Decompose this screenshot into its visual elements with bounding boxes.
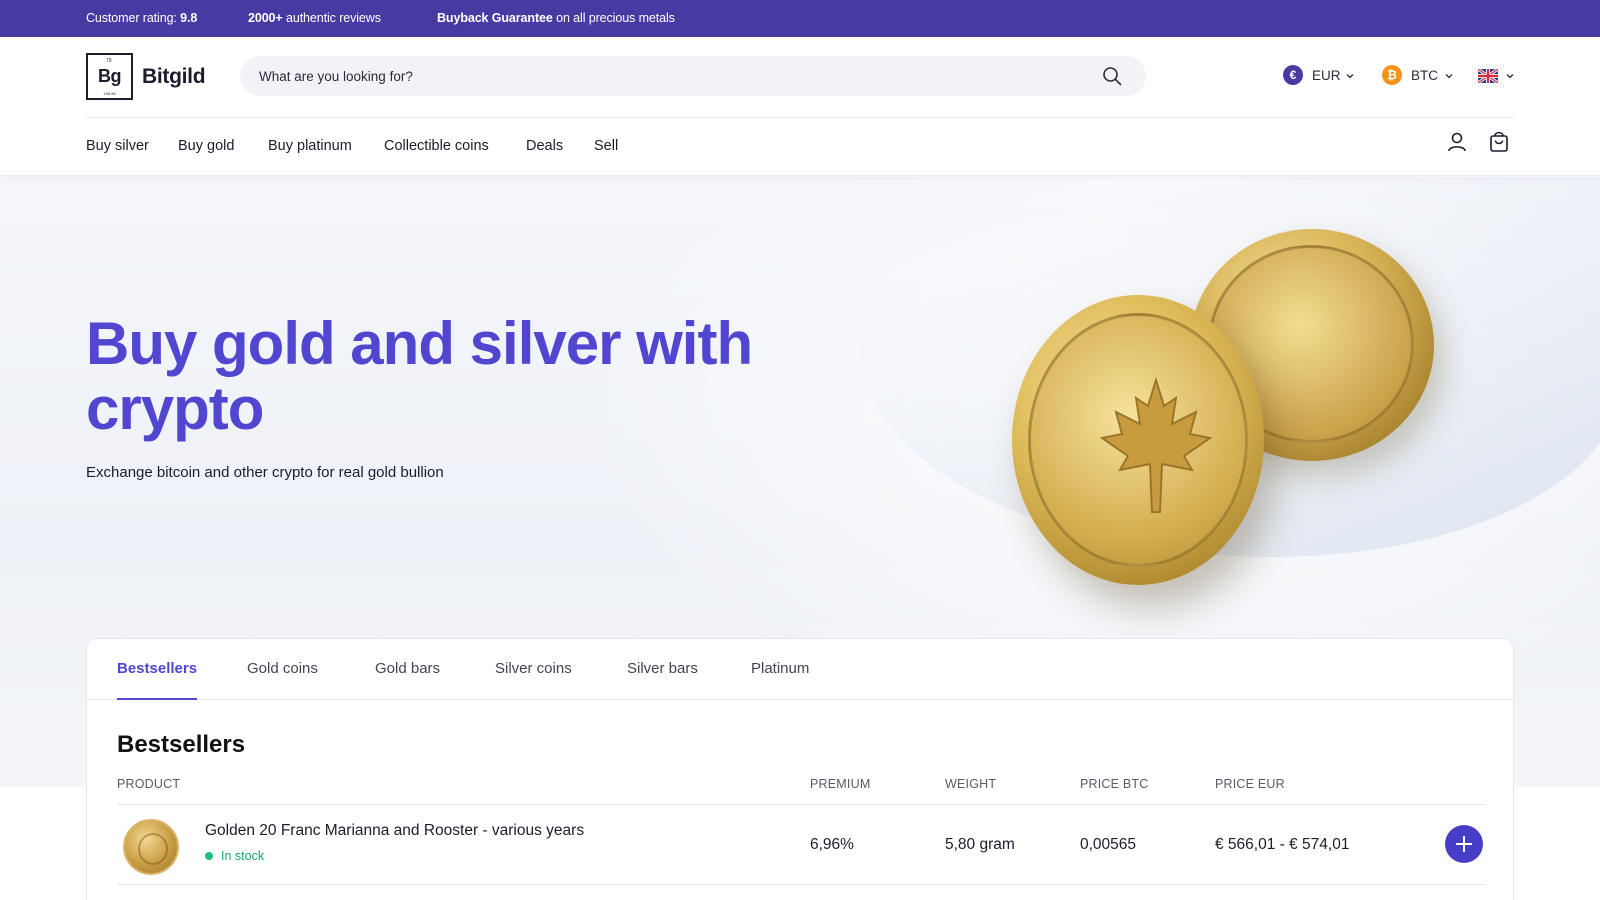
column-header-product: PRODUCT — [117, 777, 181, 791]
in-stock-dot-icon — [205, 852, 213, 860]
logo-atomic-number: 79 — [106, 58, 112, 64]
logo-wordmark[interactable]: Bitgild — [142, 65, 206, 89]
column-header-premium: PREMIUM — [810, 777, 871, 791]
logo-symbol: Bg — [98, 66, 122, 86]
nav-deals[interactable]: Deals — [526, 138, 563, 154]
table-header-divider — [117, 804, 1485, 805]
product-price-eur: € 566,01 - € 574,01 — [1215, 836, 1350, 853]
product-weight: 5,80 gram — [945, 836, 1015, 853]
tab-gold-bars[interactable]: Gold bars — [375, 660, 440, 677]
chevron-down-icon — [1506, 74, 1514, 79]
active-tab-indicator — [117, 698, 197, 700]
language-selector[interactable] — [1478, 65, 1518, 87]
user-icon[interactable] — [1446, 131, 1468, 153]
uk-flag-icon — [1478, 69, 1498, 83]
nav-collectible-coins[interactable]: Collectible coins — [384, 138, 489, 154]
currency-selector[interactable]: € EUR — [1283, 65, 1363, 87]
nav-buy-silver[interactable]: Buy silver — [86, 138, 149, 154]
euro-icon: € — [1283, 65, 1303, 85]
tab-gold-coins[interactable]: Gold coins — [247, 660, 318, 677]
site-header: 79 Bg 196.96 Bitgild € EUR ₿ BTC — [0, 37, 1600, 176]
column-header-price-eur: PRICE EUR — [1215, 777, 1285, 791]
row-divider — [117, 884, 1485, 885]
search-input[interactable] — [259, 66, 1079, 86]
maple-coin-face — [1028, 313, 1248, 567]
product-name[interactable]: Golden 20 Franc Marianna and Rooster - v… — [205, 822, 584, 840]
product-price-btc: 0,00565 — [1080, 836, 1137, 853]
add-to-cart-button[interactable] — [1445, 825, 1483, 863]
products-panel: Bestsellers Gold coins Gold bars Silver … — [86, 638, 1514, 900]
crypto-selector[interactable]: ₿ BTC — [1382, 65, 1462, 87]
hero-subtitle: Exchange bitcoin and other crypto for re… — [86, 464, 444, 481]
maple-leaf-gold-coin-image — [1012, 295, 1264, 585]
bitcoin-icon: ₿ — [1382, 65, 1402, 85]
product-tabs: Bestsellers Gold coins Gold bars Silver … — [87, 639, 1513, 700]
reviews-count: 2000+ authentic reviews — [248, 11, 381, 25]
section-title: Bestsellers — [117, 731, 246, 758]
stock-status: In stock — [205, 849, 264, 863]
customer-rating: Customer rating: 9.8 — [86, 11, 198, 25]
nav-buy-platinum[interactable]: Buy platinum — [268, 138, 352, 154]
search-bar[interactable] — [240, 56, 1146, 96]
chevron-down-icon — [1346, 74, 1354, 79]
shopping-bag-icon[interactable] — [1488, 131, 1510, 153]
nav-buy-gold[interactable]: Buy gold — [178, 138, 234, 154]
product-thumbnail[interactable] — [123, 819, 179, 875]
buyback-guarantee: Buyback Guarantee on all precious metals — [437, 11, 675, 25]
column-header-weight: WEIGHT — [945, 777, 997, 791]
header-divider — [86, 117, 1514, 118]
logo-mass: 196.96 — [103, 91, 116, 96]
maple-leaf-icon — [1099, 376, 1213, 513]
tab-silver-coins[interactable]: Silver coins — [495, 660, 572, 677]
tab-platinum[interactable]: Platinum — [751, 660, 809, 677]
chevron-down-icon — [1445, 74, 1453, 79]
column-header-price-btc: PRICE BTC — [1080, 777, 1149, 791]
tab-bestsellers[interactable]: Bestsellers — [117, 660, 197, 677]
stock-label: In stock — [221, 849, 265, 863]
hero-title: Buy gold and silver with crypto — [86, 310, 753, 442]
nav-sell[interactable]: Sell — [594, 138, 618, 154]
search-icon[interactable] — [1102, 66, 1122, 86]
crypto-label: BTC — [1411, 68, 1438, 83]
logo-mark[interactable]: 79 Bg 196.96 — [86, 53, 133, 100]
currency-label: EUR — [1312, 68, 1341, 83]
product-premium: 6,96% — [810, 836, 854, 853]
tab-silver-bars[interactable]: Silver bars — [627, 660, 698, 677]
top-announcement-bar: Customer rating: 9.8 2000+ authentic rev… — [0, 0, 1600, 37]
